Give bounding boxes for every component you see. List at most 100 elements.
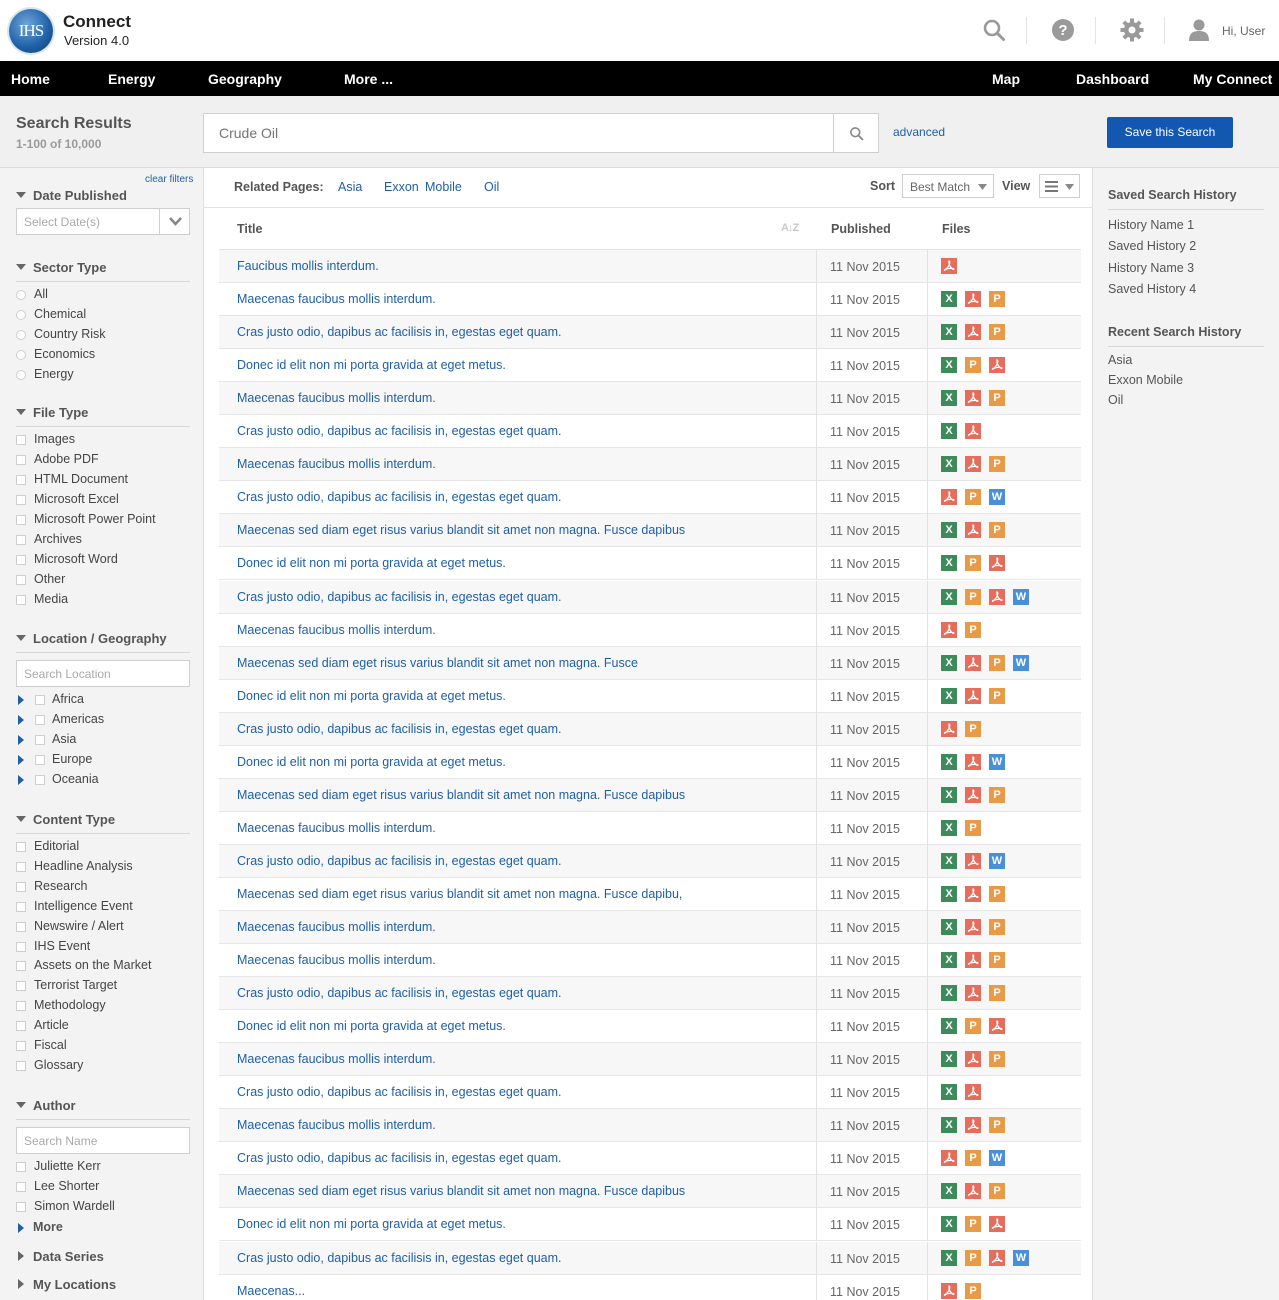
result-title-link[interactable]: Donec id elit non mi porta gravida at eg…: [237, 1019, 506, 1033]
dropdown-button[interactable]: [159, 209, 190, 234]
excel-file-icon[interactable]: X: [941, 786, 957, 803]
result-title-link[interactable]: Maecenas...: [237, 1284, 305, 1298]
pdf-file-icon[interactable]: [989, 588, 1005, 605]
sort-select[interactable]: Best Match: [902, 174, 994, 198]
result-title-link[interactable]: Cras justo odio, dapibus ac facilisis in…: [237, 1251, 561, 1265]
pdf-file-icon[interactable]: [989, 1216, 1005, 1233]
result-title-link[interactable]: Cras justo odio, dapibus ac facilisis in…: [237, 1151, 561, 1165]
result-title-link[interactable]: Maecenas faucibus mollis interdum.: [237, 391, 436, 405]
expand-arrow-icon[interactable]: [18, 715, 24, 725]
related-link-mobile[interactable]: Mobile: [425, 180, 462, 194]
saved-history-item[interactable]: History Name 3: [1108, 261, 1194, 275]
checkbox[interactable]: [16, 515, 26, 525]
excel-file-icon[interactable]: X: [941, 1051, 957, 1068]
save-search-button[interactable]: Save this Search: [1107, 117, 1233, 148]
result-title-link[interactable]: Maecenas sed diam eget risus varius blan…: [237, 656, 638, 670]
checkbox[interactable]: [16, 435, 26, 445]
powerpoint-file-icon[interactable]: P: [989, 952, 1005, 969]
recent-history-item[interactable]: Asia: [1108, 353, 1132, 367]
powerpoint-file-icon[interactable]: P: [965, 555, 981, 572]
powerpoint-file-icon[interactable]: P: [989, 786, 1005, 803]
pdf-file-icon[interactable]: [965, 291, 981, 308]
expand-arrow-icon[interactable]: [18, 755, 24, 765]
checkbox[interactable]: [16, 1182, 26, 1192]
pdf-file-icon[interactable]: [941, 258, 957, 274]
excel-file-icon[interactable]: X: [941, 852, 957, 869]
related-link-oil[interactable]: Oil: [484, 180, 499, 194]
pdf-file-icon[interactable]: [941, 720, 957, 737]
word-file-icon[interactable]: W: [989, 1150, 1005, 1167]
filter-header-data-series[interactable]: Data Series: [16, 1249, 190, 1271]
checkbox[interactable]: [16, 901, 26, 912]
checkbox[interactable]: [16, 881, 26, 892]
excel-file-icon[interactable]: X: [941, 423, 957, 440]
search-input[interactable]: [219, 125, 809, 141]
column-title[interactable]: Title: [237, 222, 262, 236]
powerpoint-file-icon[interactable]: P: [989, 985, 1005, 1002]
result-title-link[interactable]: Donec id elit non mi porta gravida at eg…: [237, 358, 506, 372]
checkbox[interactable]: [16, 455, 26, 465]
checkbox[interactable]: [16, 1001, 26, 1012]
checkbox[interactable]: [35, 755, 45, 765]
excel-file-icon[interactable]: X: [941, 555, 957, 572]
result-title-link[interactable]: Donec id elit non mi porta gravida at eg…: [237, 755, 506, 769]
powerpoint-file-icon[interactable]: P: [989, 324, 1005, 341]
checkbox[interactable]: [16, 861, 26, 872]
saved-history-item[interactable]: Saved History 2: [1108, 239, 1196, 253]
view-select[interactable]: [1039, 174, 1080, 198]
checkbox[interactable]: [16, 921, 26, 932]
powerpoint-file-icon[interactable]: P: [989, 456, 1005, 473]
word-file-icon[interactable]: W: [1013, 588, 1029, 605]
pdf-file-icon[interactable]: [965, 687, 981, 704]
radio-button[interactable]: [16, 290, 26, 300]
saved-history-item[interactable]: Saved History 4: [1108, 282, 1196, 296]
pdf-file-icon[interactable]: [965, 852, 981, 869]
excel-file-icon[interactable]: X: [941, 654, 957, 671]
clear-filters-link[interactable]: clear filters: [145, 174, 193, 185]
excel-file-icon[interactable]: X: [941, 1183, 957, 1200]
result-title-link[interactable]: Maecenas sed diam eget risus varius blan…: [237, 1184, 685, 1198]
powerpoint-file-icon[interactable]: P: [965, 621, 981, 638]
word-file-icon[interactable]: W: [1013, 654, 1029, 671]
excel-file-icon[interactable]: X: [941, 390, 957, 407]
powerpoint-file-icon[interactable]: P: [989, 885, 1005, 902]
search-button[interactable]: [833, 113, 879, 153]
excel-file-icon[interactable]: X: [941, 291, 957, 308]
excel-file-icon[interactable]: X: [941, 324, 957, 341]
result-title-link[interactable]: Donec id elit non mi porta gravida at eg…: [237, 556, 506, 570]
filter-header-author[interactable]: Author: [16, 1098, 190, 1120]
recent-history-item[interactable]: Exxon Mobile: [1108, 373, 1183, 387]
powerpoint-file-icon[interactable]: P: [965, 1282, 981, 1299]
advanced-search-link[interactable]: advanced: [893, 125, 945, 139]
pdf-file-icon[interactable]: [965, 423, 981, 440]
excel-file-icon[interactable]: X: [941, 819, 957, 836]
checkbox[interactable]: [16, 981, 26, 992]
filter-header-content-type[interactable]: Content Type: [16, 812, 190, 834]
powerpoint-file-icon[interactable]: P: [965, 357, 981, 374]
checkbox[interactable]: [16, 1060, 26, 1071]
powerpoint-file-icon[interactable]: P: [965, 1216, 981, 1233]
nav-energy[interactable]: Energy: [108, 71, 155, 87]
filter-header-date[interactable]: Date Published: [16, 188, 190, 210]
expand-arrow-icon[interactable]: [18, 735, 24, 745]
filter-header-location[interactable]: Location / Geography: [16, 631, 190, 653]
nav-map[interactable]: Map: [992, 71, 1020, 87]
search-icon[interactable]: [982, 18, 1006, 42]
powerpoint-file-icon[interactable]: P: [965, 1249, 981, 1266]
excel-file-icon[interactable]: X: [941, 1216, 957, 1233]
checkbox[interactable]: [16, 535, 26, 545]
pdf-file-icon[interactable]: [941, 1282, 957, 1299]
pdf-file-icon[interactable]: [941, 489, 957, 506]
excel-file-icon[interactable]: X: [941, 1084, 957, 1101]
powerpoint-file-icon[interactable]: P: [989, 1117, 1005, 1134]
result-title-link[interactable]: Cras justo odio, dapibus ac facilisis in…: [237, 325, 561, 339]
result-title-link[interactable]: Maecenas sed diam eget risus varius blan…: [237, 788, 685, 802]
user-greeting[interactable]: Hi, User: [1222, 24, 1265, 38]
pdf-file-icon[interactable]: [965, 1183, 981, 1200]
checkbox[interactable]: [16, 575, 26, 585]
checkbox[interactable]: [16, 1162, 26, 1172]
saved-history-item[interactable]: History Name 1: [1108, 218, 1194, 232]
pdf-file-icon[interactable]: [989, 1018, 1005, 1035]
pdf-file-icon[interactable]: [965, 919, 981, 935]
pdf-file-icon[interactable]: [965, 654, 981, 671]
